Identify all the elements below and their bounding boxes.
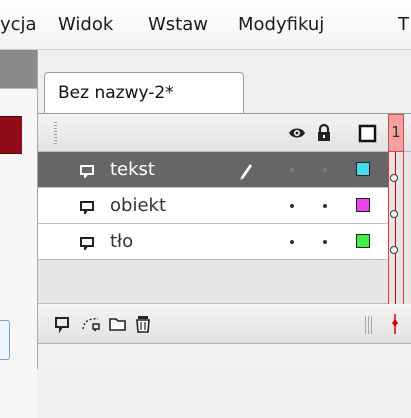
keyframe-tekst[interactable] bbox=[390, 174, 398, 182]
menu-bar: ycja Widok Wstaw Modyfikuj T bbox=[0, 0, 411, 50]
layer-row-tekst[interactable]: tekst bbox=[38, 152, 388, 188]
left-panel-header bbox=[0, 50, 37, 88]
outline-square-icon[interactable] bbox=[358, 122, 378, 148]
document-tab[interactable]: Bez nazwy-2* bbox=[44, 72, 244, 114]
left-panel-selection[interactable] bbox=[0, 116, 22, 154]
layer-row-tlo[interactable]: tło bbox=[38, 224, 388, 260]
lock-toggle[interactable] bbox=[323, 204, 327, 208]
layer-color-swatch[interactable] bbox=[356, 162, 370, 176]
trash-icon[interactable] bbox=[134, 315, 152, 337]
layer-name[interactable]: tekst bbox=[110, 159, 155, 180]
layer-name[interactable]: obiekt bbox=[110, 195, 166, 216]
frame-number[interactable]: 1 bbox=[388, 114, 404, 152]
playhead-marker-icon bbox=[390, 314, 400, 338]
keyframe-obiekt[interactable] bbox=[390, 210, 398, 218]
left-panel-strip bbox=[0, 50, 38, 418]
folder-icon[interactable] bbox=[108, 315, 128, 337]
scroll-grip[interactable] bbox=[365, 316, 374, 334]
visibility-toggle[interactable] bbox=[290, 204, 294, 208]
visibility-toggle[interactable] bbox=[290, 168, 294, 172]
timeline-panel: 1 tekst obiekt tło bbox=[38, 113, 411, 370]
document-area: Bez nazwy-2* 1 tekst obiekt tło bbox=[38, 50, 411, 370]
new-layer-icon[interactable] bbox=[54, 315, 72, 337]
lock-toggle[interactable] bbox=[323, 168, 327, 172]
menu-item-wstaw[interactable]: Wstaw bbox=[148, 14, 208, 35]
pencil-icon bbox=[238, 160, 254, 184]
layer-color-swatch[interactable] bbox=[356, 198, 370, 212]
motion-guide-icon[interactable] bbox=[80, 315, 102, 337]
layer-icon bbox=[78, 163, 98, 182]
visibility-toggle[interactable] bbox=[290, 240, 294, 244]
layer-icon bbox=[78, 199, 98, 218]
layer-name[interactable]: tło bbox=[110, 231, 133, 252]
lock-toggle[interactable] bbox=[323, 240, 327, 244]
layer-icon bbox=[78, 235, 98, 254]
layer-row-obiekt[interactable]: obiekt bbox=[38, 188, 388, 224]
menu-item-modyfikuj[interactable]: Modyfikuj bbox=[238, 14, 324, 35]
timeline-empty-area bbox=[38, 260, 388, 304]
timeline-footer-toolbar bbox=[38, 304, 411, 344]
left-panel-input[interactable] bbox=[0, 320, 10, 360]
timeline-header bbox=[38, 114, 411, 152]
menu-item-widok[interactable]: Widok bbox=[58, 14, 113, 35]
menu-item-tekst[interactable]: T bbox=[398, 14, 409, 35]
menu-item-edycja[interactable]: ycja bbox=[0, 14, 37, 35]
panel-grip-handle[interactable] bbox=[54, 122, 57, 144]
lock-icon[interactable] bbox=[315, 122, 333, 148]
eye-icon[interactable] bbox=[287, 122, 307, 148]
bottom-strip bbox=[38, 344, 411, 370]
keyframe-tlo[interactable] bbox=[390, 246, 398, 254]
layer-color-swatch[interactable] bbox=[356, 234, 370, 248]
